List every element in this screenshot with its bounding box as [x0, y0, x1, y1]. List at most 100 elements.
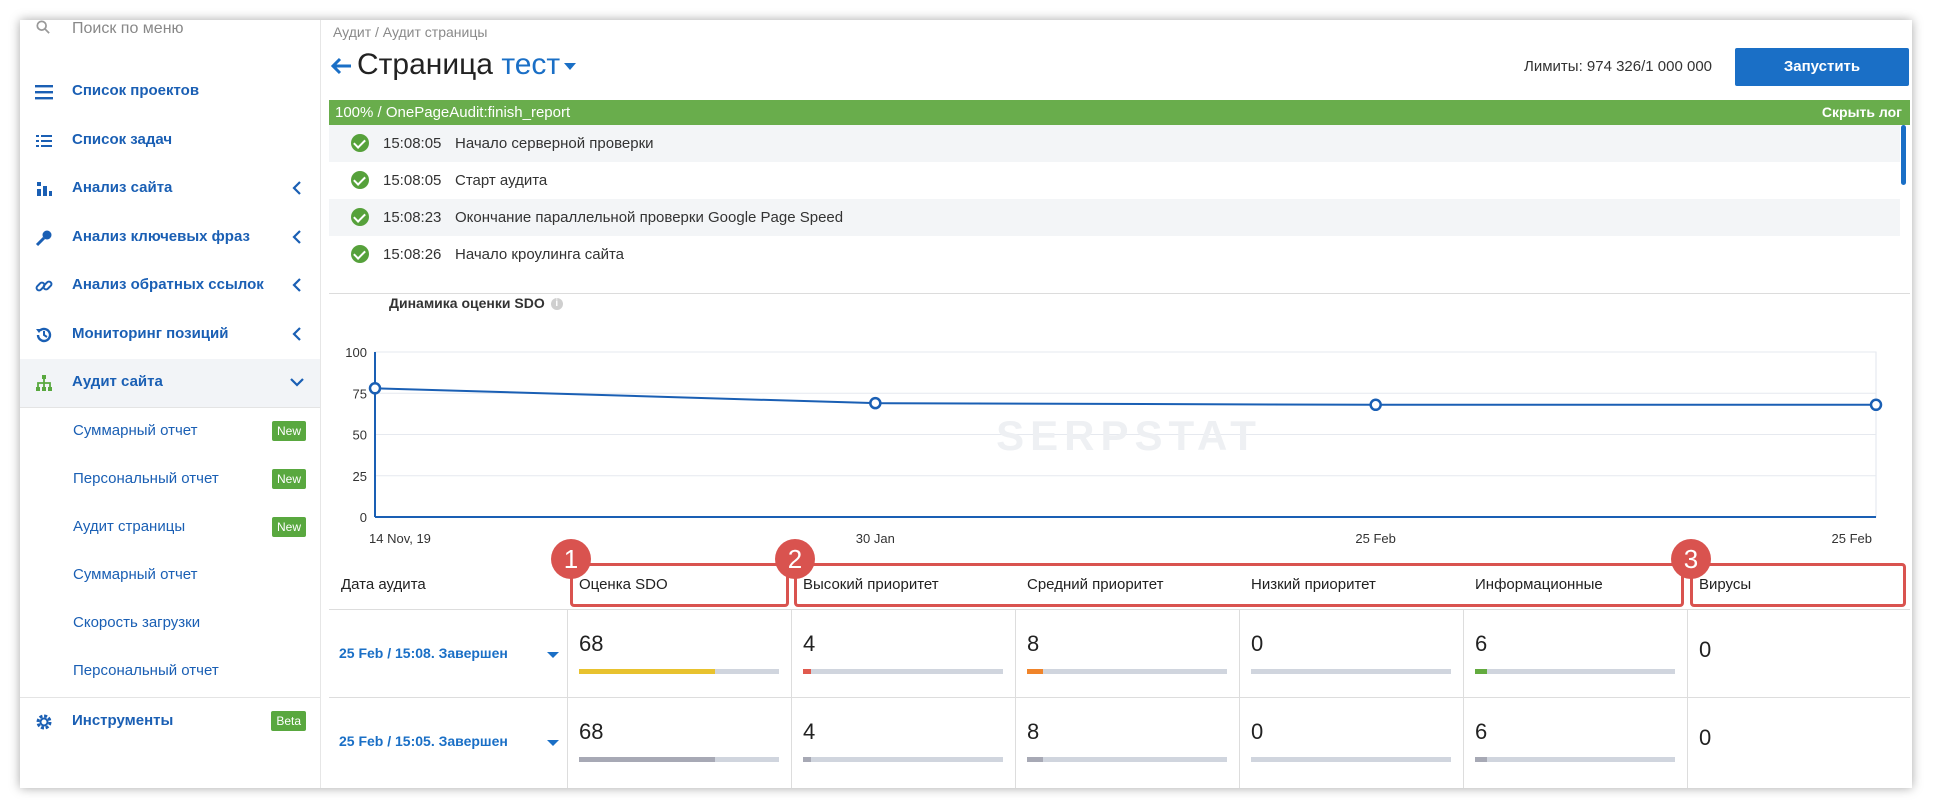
sidebar-item-projects[interactable]: Список проектов — [20, 68, 320, 116]
sidebar-item-site-audit[interactable]: Аудит сайта — [20, 359, 320, 407]
link-icon — [35, 280, 53, 292]
log-scrollbar[interactable] — [1901, 125, 1906, 185]
annotation-marker-3: 3 — [1671, 539, 1711, 579]
log-row: 15:08:23 Окончание параллельной проверки… — [329, 199, 1900, 236]
low-value: 0 — [1251, 719, 1264, 744]
highlight-box-1 — [570, 563, 789, 607]
log-time: 15:08:05 — [383, 135, 442, 152]
sidebar-item-backlinks[interactable]: Анализ обратных ссылок — [20, 262, 320, 310]
new-badge: New — [271, 421, 306, 441]
y-tick-label: 50 — [353, 428, 367, 443]
viruses-cell: 0 — [1687, 609, 1910, 697]
sidebar-subitem-label: Персональный отчет — [73, 662, 219, 679]
chevron-left-icon — [292, 327, 301, 341]
issue-bar-fill — [803, 757, 811, 762]
sidebar-subitem-summary-report[interactable]: Суммарный отчет New — [20, 408, 320, 456]
sdo-value: 68 — [579, 631, 604, 656]
issue-bar-fill — [1027, 757, 1043, 762]
log-row: 15:08:05 Начало серверной проверки — [329, 125, 1900, 162]
back-arrow-icon[interactable] — [329, 54, 353, 78]
sidebar-item-label: Список проектов — [72, 82, 200, 99]
caret-down-icon[interactable] — [547, 740, 559, 746]
info-icon[interactable]: i — [550, 298, 563, 311]
chart-title-text: Динамика оценки SDO — [389, 295, 545, 311]
data-point — [1869, 398, 1883, 412]
audit-date-link[interactable]: 25 Feb / 15:08. Завершен — [339, 645, 508, 661]
run-button[interactable]: Запустить — [1735, 48, 1909, 86]
caret-down-icon[interactable] — [547, 652, 559, 658]
check-circle-icon — [351, 171, 369, 189]
sidebar-item-tasks[interactable]: Список задач — [20, 117, 320, 165]
col-header-date[interactable]: Дата аудита — [329, 559, 567, 610]
sidebar-subitem-summary-report-2[interactable]: Суммарный отчет — [20, 552, 320, 600]
log-row: 15:08:26 Начало кроулинга сайта — [329, 236, 1900, 273]
gear-icon — [36, 714, 52, 730]
sidebar-subitem-load-speed[interactable]: Скорость загрузки — [20, 600, 320, 648]
score-bar — [579, 757, 779, 762]
issue-bar — [803, 757, 1003, 762]
sitemap-icon — [36, 375, 52, 391]
annotation-marker-2: 2 — [775, 539, 815, 579]
sdo-value: 68 — [579, 719, 604, 744]
series-line — [374, 387, 1876, 406]
annotation-marker-1: 1 — [551, 539, 591, 579]
low-value: 0 — [1251, 631, 1264, 656]
issue-bar — [1251, 669, 1451, 674]
data-point — [368, 382, 382, 395]
new-badge: New — [271, 517, 306, 537]
viruses-value: 0 — [1699, 637, 1712, 662]
medium-value: 8 — [1027, 719, 1040, 744]
audit-date-link[interactable]: 25 Feb / 15:05. Завершен — [339, 733, 508, 749]
highlight-box-2 — [794, 563, 1684, 607]
sidebar-subitem-page-audit[interactable]: Аудит страницы New — [20, 504, 320, 552]
beta-badge: Beta — [271, 711, 306, 731]
sidebar-subitem-label: Аудит страницы — [73, 518, 186, 535]
medium-cell: 8 — [1015, 697, 1239, 788]
issue-bar — [1475, 757, 1675, 762]
chevron-left-icon — [292, 230, 301, 244]
project-selector[interactable]: тест — [501, 48, 577, 81]
issue-bar — [1251, 757, 1451, 762]
sidebar-subitem-label: Суммарный отчет — [73, 566, 198, 583]
breadcrumb[interactable]: Аудит / Аудит страницы — [333, 24, 487, 40]
hide-log-link[interactable]: Скрыть лог — [1822, 104, 1902, 120]
menu-search[interactable]: Поиск по меню — [20, 20, 320, 38]
chevron-down-icon — [290, 378, 304, 387]
y-tick-label: 100 — [345, 345, 367, 360]
low-cell: 0 — [1239, 697, 1463, 788]
check-circle-icon — [351, 245, 369, 263]
project-name: тест — [501, 48, 561, 81]
search-icon — [36, 20, 50, 34]
issue-bar-fill — [1027, 669, 1043, 674]
info-value: 6 — [1475, 719, 1488, 744]
search-placeholder: Поиск по меню — [72, 20, 184, 37]
sidebar-item-label: Список задач — [72, 131, 173, 148]
issue-bar-fill — [1475, 669, 1487, 674]
sidebar-subitem-personal-report[interactable]: Персональный отчет New — [20, 456, 320, 504]
check-circle-icon — [351, 208, 369, 226]
progress-bar: 100% / OnePageAudit:finish_report Скрыть… — [329, 100, 1910, 125]
log-message: Начало серверной проверки — [455, 135, 654, 152]
viruses-cell: 0 — [1687, 697, 1910, 788]
info-value: 6 — [1475, 631, 1488, 656]
sdo-cell: 68 — [567, 697, 791, 788]
check-circle-icon — [351, 134, 369, 152]
sidebar-item-tools[interactable]: Инструменты Beta — [20, 698, 320, 746]
log-message: Старт аудита — [455, 172, 548, 189]
sidebar-item-keywords[interactable]: Анализ ключевых фраз — [20, 214, 320, 262]
watermark: SERPSTAT — [996, 412, 1262, 459]
y-tick-label: 75 — [353, 386, 367, 401]
log-message: Начало кроулинга сайта — [455, 246, 625, 263]
score-bar — [579, 669, 779, 674]
x-tick-label: 14 Nov, 19 — [369, 531, 431, 546]
info-cell: 6 — [1463, 609, 1687, 697]
list-icon — [36, 135, 52, 147]
sidebar-item-rank-tracking[interactable]: Мониторинг позиций — [20, 311, 320, 359]
audit-log: 15:08:05 Начало серверной проверки 15:08… — [329, 125, 1910, 294]
sidebar-subitem-personal-report-2[interactable]: Персональный отчет — [20, 648, 320, 696]
log-row: 15:08:05 Старт аудита — [329, 162, 1900, 199]
viruses-value: 0 — [1699, 725, 1712, 750]
score-bar-fill — [579, 757, 715, 762]
sidebar-item-site-analysis[interactable]: Анализ сайта — [20, 165, 320, 213]
x-tick-label: 30 Jan — [856, 531, 895, 546]
